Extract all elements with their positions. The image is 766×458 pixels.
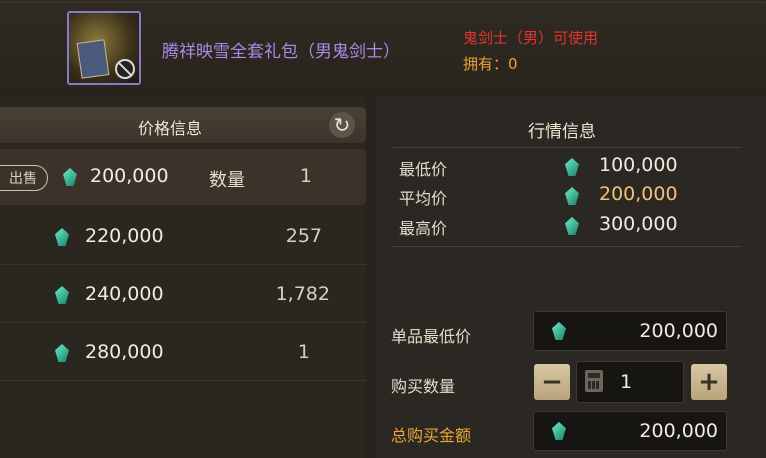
divider <box>0 2 766 3</box>
item-art <box>76 39 110 79</box>
market-info-title: 行情信息 <box>528 122 596 142</box>
total-value: 200,000 <box>639 420 718 442</box>
max-price-label: 最高价 <box>399 219 448 238</box>
quantity-value: 1,782 <box>275 283 330 305</box>
unit-min-price-field: 200,000 <box>533 311 727 351</box>
min-price-value: 100,000 <box>599 154 678 176</box>
quantity-input-value: 1 <box>620 371 633 393</box>
ban-icon <box>115 59 135 79</box>
price-value: 200,000 <box>90 165 169 187</box>
price-value: 220,000 <box>85 225 164 247</box>
item-name: 腾祥映雪全套礼包（男鬼剑士） <box>162 42 400 62</box>
refresh-icon[interactable]: ↻ <box>329 112 355 138</box>
unit-min-price-label: 单品最低价 <box>391 327 472 346</box>
quantity-value: 257 <box>285 225 322 247</box>
gem-icon <box>552 322 566 340</box>
price-info-title: 价格信息 <box>138 119 203 138</box>
gem-icon <box>565 217 579 235</box>
quantity-value: 1 <box>299 165 312 187</box>
gem-icon <box>565 187 579 205</box>
total-label: 总购买金额 <box>391 426 472 445</box>
total-field: 200,000 <box>533 411 727 451</box>
purchase-qty-label: 购买数量 <box>391 377 456 396</box>
avg-price-label: 平均价 <box>399 189 448 208</box>
quantity-input[interactable]: 1 <box>576 361 684 403</box>
price-row[interactable]: 240,000 1,782 <box>0 267 366 323</box>
min-price-label: 最低价 <box>399 160 448 179</box>
gem-icon <box>55 286 69 304</box>
divider <box>393 147 741 148</box>
unit-min-price-value: 200,000 <box>639 320 718 342</box>
class-requirement: 鬼剑士（男）可使用 <box>463 29 599 47</box>
max-price-value: 300,000 <box>599 213 678 235</box>
divider <box>0 322 366 323</box>
price-value: 280,000 <box>85 341 164 363</box>
decrement-button[interactable]: − <box>534 364 570 400</box>
price-info-panel: 价格信息 ↻ 出售 200,000 数量 1 220,000 257 240,0… <box>0 96 366 458</box>
owned-count: 拥有：0 <box>463 55 518 73</box>
increment-button[interactable]: + <box>691 364 727 400</box>
gem-icon <box>55 228 69 246</box>
price-row[interactable]: 220,000 257 <box>0 209 366 265</box>
divider <box>0 264 366 265</box>
gem-icon <box>55 344 69 362</box>
item-icon[interactable] <box>67 11 141 85</box>
price-row[interactable]: 280,000 1 <box>0 325 366 381</box>
gem-icon <box>552 422 566 440</box>
sell-button[interactable]: 出售 <box>0 165 48 191</box>
calculator-icon[interactable] <box>585 370 603 392</box>
price-row[interactable]: 出售 200,000 数量 1 <box>0 149 366 205</box>
item-header: 腾祥映雪全套礼包（男鬼剑士） 鬼剑士（男）可使用 拥有：0 <box>0 0 766 96</box>
gem-icon <box>565 158 579 176</box>
market-info-panel: 行情信息 最低价 100,000 平均价 200,000 最高价 300,000… <box>375 96 766 458</box>
divider <box>0 380 366 381</box>
gem-icon <box>63 168 77 186</box>
price-info-header: 价格信息 ↻ <box>0 107 366 143</box>
divider <box>393 246 741 247</box>
quantity-value: 1 <box>297 341 310 363</box>
price-value: 240,000 <box>85 283 164 305</box>
avg-price-value: 200,000 <box>599 183 678 205</box>
